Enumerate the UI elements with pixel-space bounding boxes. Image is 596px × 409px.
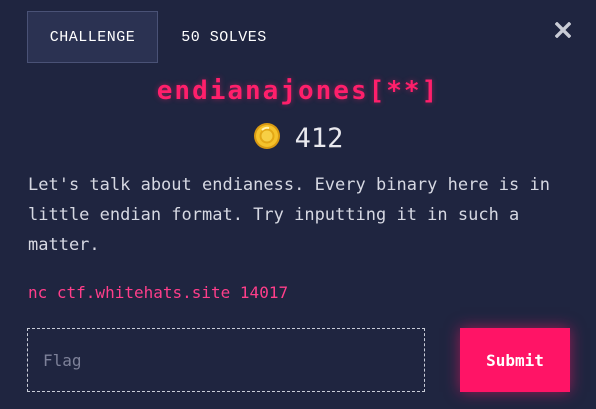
flag-input[interactable]: [27, 328, 425, 392]
challenge-modal: CHALLENGE 50 SOLVES endianajones[**] 412…: [0, 0, 596, 409]
points-value: 412: [294, 122, 344, 154]
close-icon[interactable]: [553, 20, 573, 40]
coin-icon: [253, 122, 281, 154]
challenge-description: Let's talk about endianess. Every binary…: [28, 175, 550, 255]
tab-solves[interactable]: 50 SOLVES: [165, 11, 283, 63]
challenge-points: 412: [0, 122, 596, 154]
submit-button[interactable]: Submit: [460, 328, 570, 392]
tab-challenge[interactable]: CHALLENGE: [27, 11, 158, 63]
connection-string[interactable]: nc ctf.whitehats.site 14017: [28, 283, 288, 302]
challenge-title: endianajones[**]: [156, 76, 440, 106]
